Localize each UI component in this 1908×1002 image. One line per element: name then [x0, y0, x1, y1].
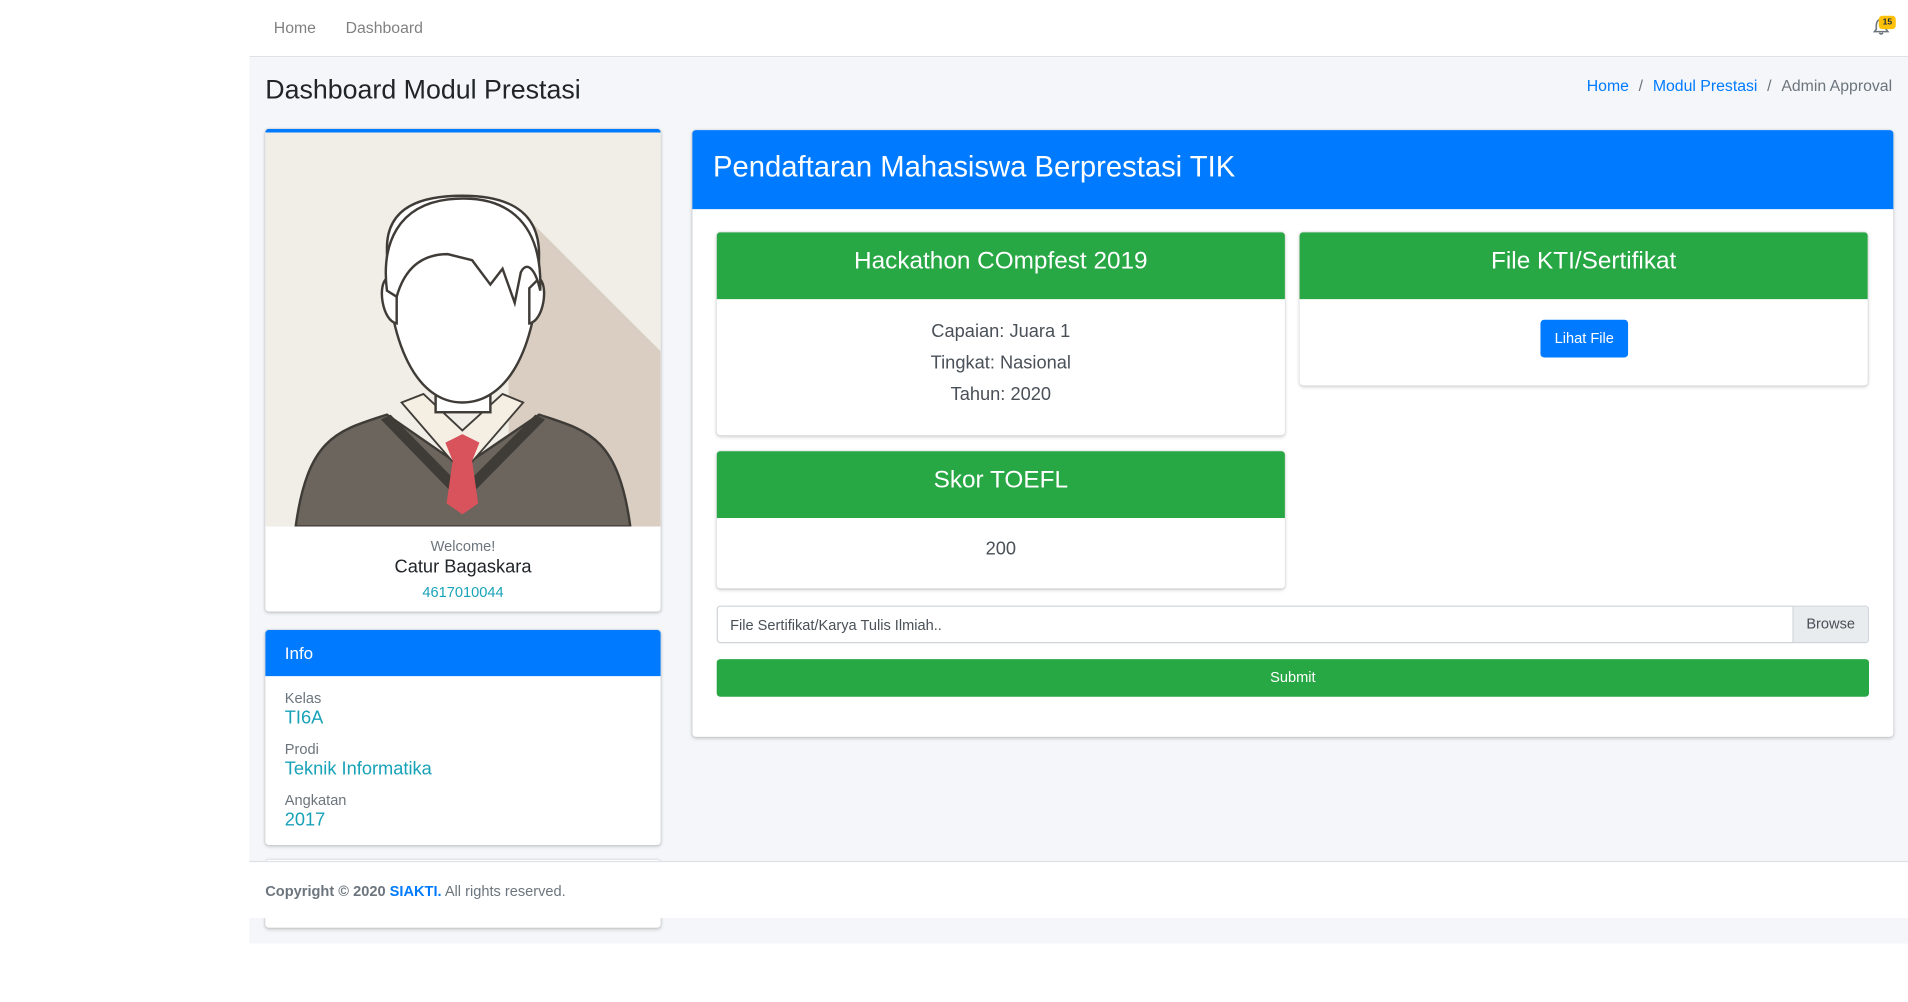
achievement-card: Hackathon COmpfest 2019 Capaian: Juara 1… [716, 232, 1285, 436]
achievement-tahun: Tahun: 2020 [950, 384, 1052, 405]
content-wrapper: Dashboard Modul Prestasi Home / Modul Pr… [249, 57, 1908, 944]
notification-badge: 15 [1878, 15, 1896, 30]
registration-card-title: Pendaftaran Mahasiswa Berprestasi TIK [692, 130, 1894, 210]
breadcrumb-modul-prestasi[interactable]: Modul Prestasi [1653, 77, 1758, 95]
info-prodi-value: Teknik Informatika [284, 758, 432, 780]
achievement-tingkat: Tingkat: Nasional [930, 352, 1071, 374]
view-file-button[interactable]: Lihat File [1540, 319, 1629, 358]
footer: Copyright © 2020 SIAKTI. All rights rese… [249, 860, 1908, 919]
avatar-illustration [265, 132, 661, 527]
user-nim: 4617010044 [422, 583, 504, 601]
breadcrumb-separator: / [1767, 76, 1772, 95]
footer-brand-link[interactable]: SIAKTI. [390, 883, 442, 900]
info-prodi-label: Prodi [284, 740, 319, 758]
info-angkatan-label: Angkatan [284, 791, 347, 809]
submit-button[interactable]: Submit [716, 659, 1870, 697]
breadcrumb-home[interactable]: Home [1587, 77, 1629, 95]
page-title: Dashboard Modul Prestasi [265, 74, 581, 105]
file-card: File KTI/Sertifikat Lihat File [1299, 232, 1868, 386]
toefl-score: 200 [985, 538, 1017, 560]
profile-card: Welcome! Catur Bagaskara 4617010044 [265, 128, 661, 612]
toefl-title: Skor TOEFL [716, 451, 1285, 519]
user-name: Catur Bagaskara [394, 556, 532, 578]
breadcrumb: Home / Modul Prestasi / Admin Approval [1587, 77, 1892, 95]
top-navbar: Home Dashboard 15 [249, 0, 1908, 58]
avatar [265, 132, 661, 527]
copyright-prefix: Copyright © 2020 [265, 882, 386, 900]
info-angkatan-value: 2017 [284, 809, 326, 831]
browse-button[interactable]: Browse [1792, 606, 1868, 643]
welcome-text: Welcome! [430, 537, 496, 555]
file-upload-input[interactable]: File Sertifikat/Karya Tulis Ilmiah.. Bro… [716, 605, 1870, 644]
toefl-card: Skor TOEFL 200 [716, 451, 1285, 589]
nav-dashboard-link[interactable]: Dashboard [346, 18, 423, 36]
info-kelas-label: Kelas [284, 689, 322, 707]
breadcrumb-separator: / [1638, 76, 1644, 95]
nav-home-link[interactable]: Home [274, 18, 316, 36]
file-card-title: File KTI/Sertifikat [1299, 232, 1868, 300]
file-upload-placeholder: File Sertifikat/Karya Tulis Ilmiah.. [730, 616, 942, 634]
info-card: Info Kelas TI6A Prodi Teknik Informatika… [265, 629, 661, 846]
info-card-title: Info [265, 629, 661, 677]
info-kelas-value: TI6A [284, 707, 324, 729]
achievement-title: Hackathon COmpfest 2019 [716, 232, 1285, 300]
registration-card: Pendaftaran Mahasiswa Berprestasi TIK Ha… [692, 130, 1894, 737]
breadcrumb-current: Admin Approval [1781, 76, 1893, 95]
copyright-text: Copyright © 2020 SIAKTI. All rights rese… [265, 883, 565, 900]
achievement-capaian: Capaian: Juara 1 [931, 321, 1071, 342]
copyright-suffix: All rights reserved. [444, 882, 566, 900]
